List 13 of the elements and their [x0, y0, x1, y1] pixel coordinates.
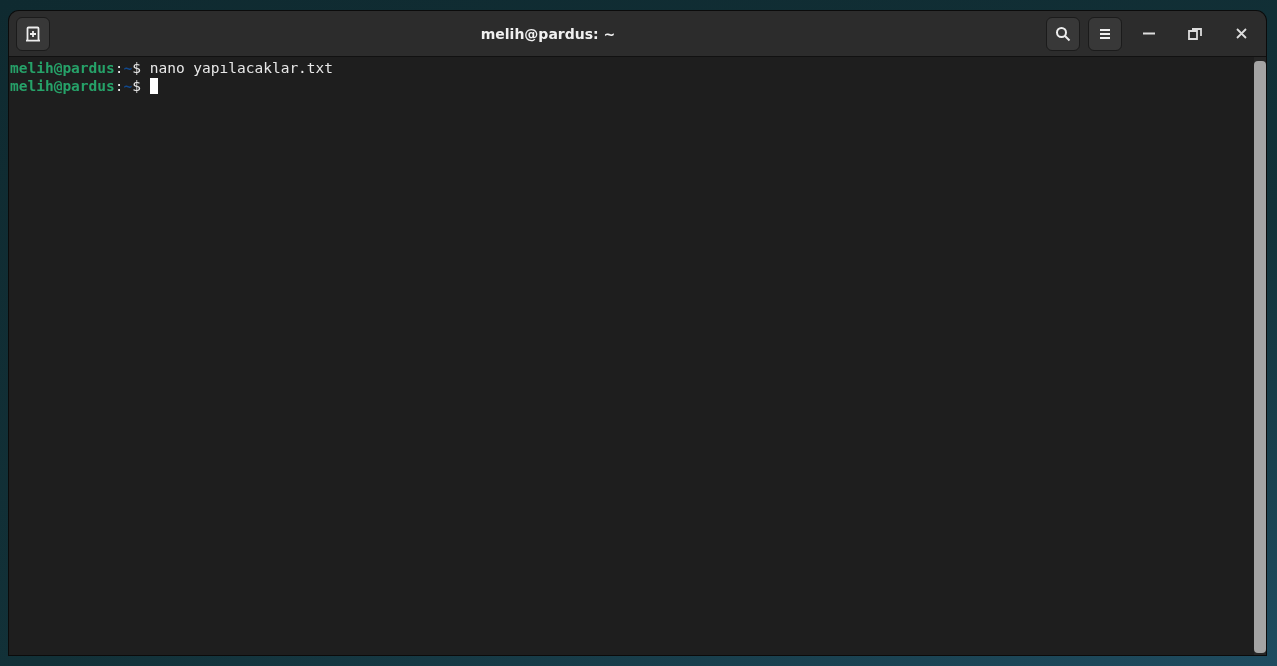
new-tab-button[interactable]	[16, 16, 50, 51]
search-button[interactable]	[1046, 16, 1080, 51]
minimize-icon	[1143, 32, 1155, 35]
command-text: nano yapılacaklar.txt	[149, 60, 334, 76]
prompt-text: melih@pardus:~$	[10, 78, 142, 94]
window-title: melih@pardus: ~	[479, 25, 617, 42]
close-icon	[1235, 28, 1247, 39]
menu-button[interactable]	[1088, 16, 1122, 51]
menu-icon	[1099, 27, 1111, 40]
new-tab-icon	[25, 25, 41, 42]
prompt-text: melih@pardus:~$	[10, 60, 142, 76]
search-icon	[1055, 25, 1071, 42]
restore-icon	[1188, 27, 1202, 40]
